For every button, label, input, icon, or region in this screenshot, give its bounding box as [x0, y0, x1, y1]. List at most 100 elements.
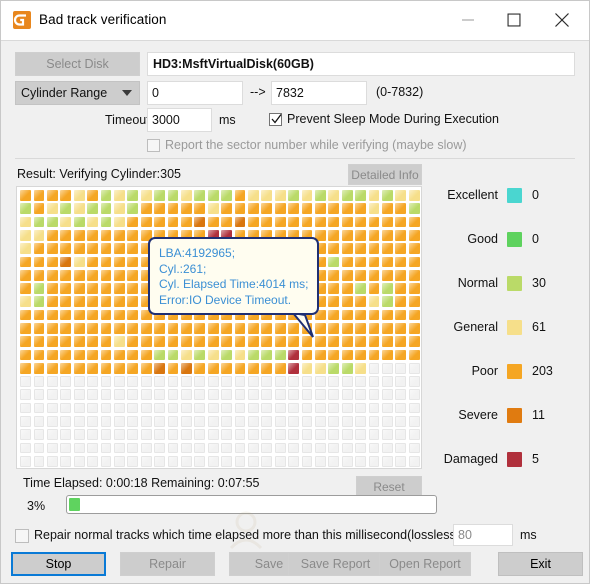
sector-cell[interactable]: [127, 362, 139, 374]
sector-cell[interactable]: [60, 269, 72, 281]
sector-cell[interactable]: [73, 190, 85, 201]
sector-cell[interactable]: [315, 402, 326, 414]
sector-cell[interactable]: [194, 429, 206, 440]
sector-cell[interactable]: [382, 429, 393, 440]
sector-cell[interactable]: [20, 203, 31, 215]
sector-cell[interactable]: [127, 190, 139, 201]
sector-cell[interactable]: [234, 376, 246, 387]
sector-cell[interactable]: [20, 256, 31, 268]
sector-cell[interactable]: [355, 190, 366, 201]
sector-cell[interactable]: [315, 323, 326, 334]
sector-cell[interactable]: [221, 455, 232, 467]
sector-cell[interactable]: [368, 429, 380, 440]
sector-cell[interactable]: [181, 323, 192, 334]
sector-cell[interactable]: [368, 203, 380, 215]
sector-cell[interactable]: [33, 389, 45, 401]
sector-cell[interactable]: [301, 216, 313, 228]
sector-cell[interactable]: [73, 429, 85, 440]
sector-cell[interactable]: [341, 349, 353, 361]
sector-cell[interactable]: [382, 442, 393, 454]
sector-cell[interactable]: [288, 416, 299, 427]
sector-cell[interactable]: [140, 349, 152, 361]
sector-cell[interactable]: [261, 336, 273, 347]
sector-cell[interactable]: [100, 349, 112, 361]
sector-cell[interactable]: [60, 336, 72, 347]
sector-cell[interactable]: [301, 442, 313, 454]
sector-cell[interactable]: [382, 416, 393, 427]
sector-cell[interactable]: [248, 442, 259, 454]
sector-cell[interactable]: [140, 442, 152, 454]
close-button[interactable]: [539, 1, 585, 39]
sector-cell[interactable]: [355, 336, 366, 347]
sector-cell[interactable]: [382, 389, 393, 401]
sector-cell[interactable]: [140, 376, 152, 387]
sector-cell[interactable]: [355, 216, 366, 228]
sector-cell[interactable]: [114, 349, 125, 361]
sector-cell[interactable]: [368, 402, 380, 414]
sector-cell[interactable]: [234, 402, 246, 414]
sector-cell[interactable]: [194, 376, 206, 387]
sector-cell[interactable]: [60, 283, 72, 294]
sector-cell[interactable]: [114, 256, 125, 268]
sector-cell[interactable]: [328, 362, 340, 374]
sector-cell[interactable]: [73, 389, 85, 401]
sector-cell[interactable]: [100, 203, 112, 215]
sector-cell[interactable]: [154, 442, 165, 454]
sector-cell[interactable]: [154, 203, 165, 215]
sector-cell[interactable]: [114, 442, 125, 454]
repair-button[interactable]: Repair: [120, 552, 215, 576]
sector-cell[interactable]: [33, 216, 45, 228]
sector-cell[interactable]: [395, 203, 407, 215]
sector-cell[interactable]: [60, 296, 72, 308]
sector-cell[interactable]: [140, 190, 152, 201]
sector-cell[interactable]: [73, 442, 85, 454]
sector-cell[interactable]: [194, 402, 206, 414]
sector-cell[interactable]: [100, 230, 112, 241]
sector-cell[interactable]: [288, 349, 299, 361]
sector-cell[interactable]: [274, 336, 286, 347]
sector-cell[interactable]: [382, 336, 393, 347]
sector-cell[interactable]: [355, 243, 366, 254]
timeout-input[interactable]: 3000: [147, 108, 212, 132]
sector-cell[interactable]: [355, 269, 366, 281]
sector-cell[interactable]: [60, 203, 72, 215]
sector-cell[interactable]: [408, 455, 420, 467]
sector-cell[interactable]: [127, 323, 139, 334]
sector-cell[interactable]: [33, 362, 45, 374]
sector-cell[interactable]: [114, 230, 125, 241]
sector-cell[interactable]: [382, 323, 393, 334]
sector-cell[interactable]: [408, 376, 420, 387]
sector-cell[interactable]: [33, 376, 45, 387]
sector-cell[interactable]: [408, 402, 420, 414]
sector-cell[interactable]: [60, 416, 72, 427]
sector-cell[interactable]: [127, 243, 139, 254]
sector-cell[interactable]: [355, 376, 366, 387]
sector-cell[interactable]: [274, 376, 286, 387]
sector-cell[interactable]: [207, 455, 219, 467]
sector-cell[interactable]: [248, 349, 259, 361]
sector-cell[interactable]: [100, 216, 112, 228]
sector-cell[interactable]: [167, 402, 179, 414]
sector-cell[interactable]: [127, 283, 139, 294]
sector-cell[interactable]: [368, 323, 380, 334]
sector-cell[interactable]: [194, 323, 206, 334]
sector-cell[interactable]: [87, 190, 98, 201]
sector-cell[interactable]: [114, 309, 125, 321]
sector-cell[interactable]: [328, 283, 340, 294]
sector-cell[interactable]: [20, 455, 31, 467]
sector-cell[interactable]: [221, 376, 232, 387]
sector-cell[interactable]: [20, 243, 31, 254]
sector-cell[interactable]: [167, 376, 179, 387]
sector-cell[interactable]: [341, 243, 353, 254]
sector-cell[interactable]: [328, 256, 340, 268]
sector-cell[interactable]: [87, 442, 98, 454]
sector-cell[interactable]: [395, 442, 407, 454]
sector-cell[interactable]: [47, 256, 58, 268]
sector-cell[interactable]: [355, 283, 366, 294]
sector-cell[interactable]: [47, 269, 58, 281]
sector-cell[interactable]: [328, 402, 340, 414]
sector-cell[interactable]: [288, 362, 299, 374]
sector-cell[interactable]: [73, 243, 85, 254]
sector-cell[interactable]: [33, 442, 45, 454]
sector-cell[interactable]: [194, 349, 206, 361]
